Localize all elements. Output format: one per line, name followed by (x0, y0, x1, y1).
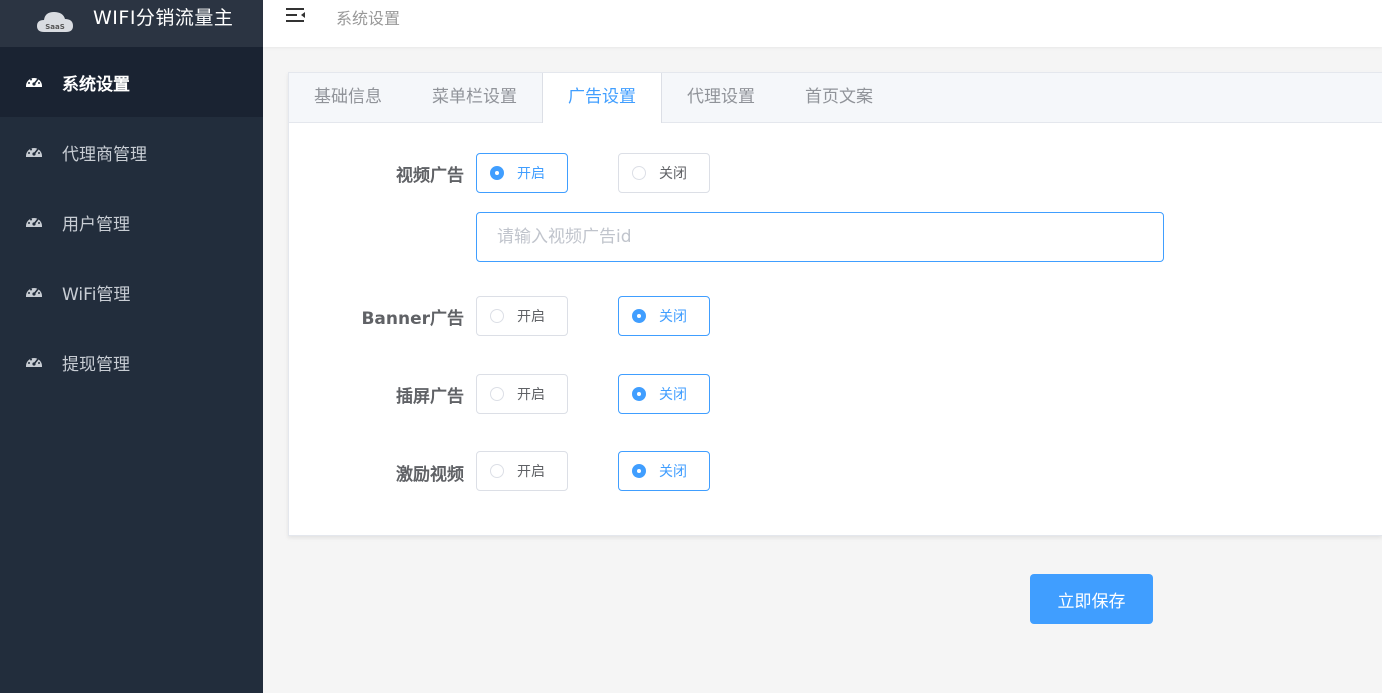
radio-dot (632, 387, 646, 401)
tab-ad-settings[interactable]: 广告设置 (542, 73, 662, 123)
interstitial-ad-label: 插屏广告 (396, 387, 464, 407)
menu-fold-icon[interactable] (285, 5, 307, 25)
sidebar-item-users[interactable]: 用户管理 (0, 187, 263, 257)
reward-video-on-radio[interactable]: 开启 (476, 451, 568, 491)
settings-tabs: 基础信息 菜单栏设置 广告设置 代理设置 首页文案 (289, 73, 1382, 123)
saas-cloud-logo: SaaS (36, 8, 74, 34)
dashboard-icon (25, 143, 43, 161)
radio-label: 关闭 (659, 166, 687, 182)
sidebar-item-label: 用户管理 (62, 214, 130, 235)
video-ad-label: 视频广告 (396, 166, 464, 186)
dashboard-icon (25, 73, 43, 91)
interstitial-ad-on-radio[interactable]: 开启 (476, 374, 568, 414)
sidebar-nav: 系统设置 代理商管理 用户管理 WiFi管理 提现管理 (0, 47, 263, 397)
video-ad-id-input[interactable] (476, 212, 1164, 262)
sidebar-item-label: 提现管理 (62, 354, 130, 375)
dashboard-icon (25, 353, 43, 371)
radio-label: 关闭 (659, 387, 687, 403)
radio-dot (632, 464, 646, 478)
video-ad-on-radio[interactable]: 开启 (476, 153, 568, 193)
radio-label: 开启 (517, 464, 545, 480)
sidebar-item-wifi[interactable]: WiFi管理 (0, 257, 263, 327)
banner-ad-off-radio[interactable]: 关闭 (618, 296, 710, 336)
radio-label: 关闭 (659, 309, 687, 325)
reward-video-off-radio[interactable]: 关闭 (618, 451, 710, 491)
app-title: WIFI分销流量主 (93, 7, 234, 29)
sidebar-item-agents[interactable]: 代理商管理 (0, 117, 263, 187)
dashboard-icon (25, 213, 43, 231)
radio-label: 关闭 (659, 464, 687, 480)
radio-label: 开启 (517, 309, 545, 325)
tab-menu-settings[interactable]: 菜单栏设置 (407, 73, 542, 122)
top-header: 系统设置 (263, 0, 1382, 47)
radio-dot (490, 387, 504, 401)
settings-card: 基础信息 菜单栏设置 广告设置 代理设置 首页文案 视频广告 开启 关闭 Ban… (288, 72, 1382, 536)
logo-bar: SaaS WIFI分销流量主 (0, 0, 263, 47)
reward-video-label: 激励视频 (396, 465, 464, 485)
tab-homepage-copy[interactable]: 首页文案 (780, 73, 898, 122)
breadcrumb: 系统设置 (336, 9, 401, 28)
interstitial-ad-off-radio[interactable]: 关闭 (618, 374, 710, 414)
sidebar: SaaS WIFI分销流量主 系统设置 代理商管理 用户管理 WiFi管理 提现… (0, 0, 263, 693)
sidebar-item-label: WiFi管理 (62, 284, 131, 305)
sidebar-item-withdrawals[interactable]: 提现管理 (0, 327, 263, 397)
radio-dot (490, 309, 504, 323)
sidebar-item-label: 系统设置 (62, 74, 130, 95)
radio-dot (632, 309, 646, 323)
radio-dot (490, 464, 504, 478)
radio-dot (632, 166, 646, 180)
sidebar-item-system-settings[interactable]: 系统设置 (0, 47, 263, 117)
save-button[interactable]: 立即保存 (1030, 574, 1153, 624)
sidebar-item-label: 代理商管理 (62, 144, 147, 165)
radio-label: 开启 (517, 387, 545, 403)
dashboard-icon (25, 283, 43, 301)
radio-label: 开启 (517, 166, 545, 182)
video-ad-off-radio[interactable]: 关闭 (618, 153, 710, 193)
tab-basic-info[interactable]: 基础信息 (289, 73, 407, 122)
radio-dot (490, 166, 504, 180)
banner-ad-label: Banner广告 (361, 309, 464, 329)
svg-text:SaaS: SaaS (45, 23, 65, 31)
banner-ad-on-radio[interactable]: 开启 (476, 296, 568, 336)
tab-agent-settings[interactable]: 代理设置 (662, 73, 780, 122)
